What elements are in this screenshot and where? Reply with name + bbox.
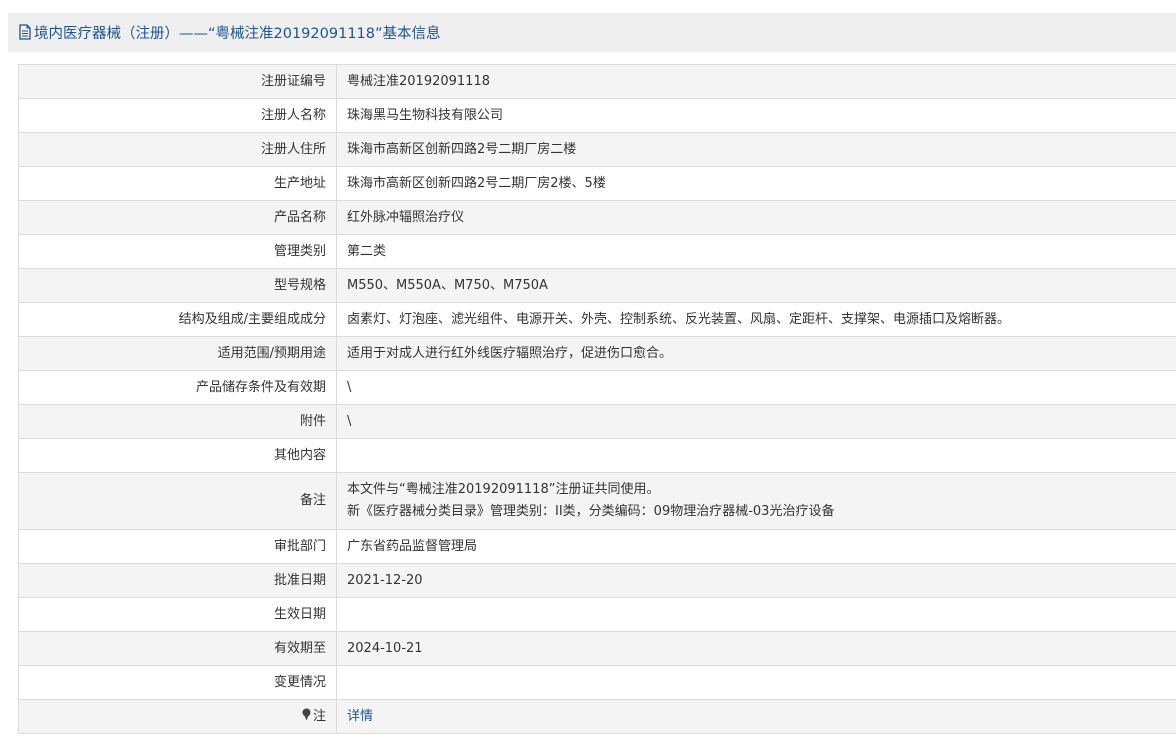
info-table: 注册证编号 粤械注准20192091118 注册人名称 珠海黑马生物科技有限公司… <box>18 64 1176 734</box>
table-row-management-category: 管理类别 第二类 <box>18 234 1176 269</box>
label-attachment: 附件 <box>18 404 337 439</box>
remarks-line-1: 本文件与“粤械注准20192091118”注册证共同使用。 <box>347 482 660 497</box>
value-model-spec: M550、M550A、M750、M750A <box>336 268 1176 303</box>
value-management-category: 第二类 <box>336 234 1176 269</box>
label-remarks: 备注 <box>18 472 337 530</box>
table-row-approval-date: 批准日期 2021-12-20 <box>18 563 1176 598</box>
label-product-name: 产品名称 <box>18 200 337 235</box>
table-row-registrant-address: 注册人住所 珠海市高新区创新四路2号二期厂房二楼 <box>18 132 1176 167</box>
table-row-structure-composition: 结构及组成/主要组成成分 卤素灯、灯泡座、滤光组件、电源开关、外壳、控制系统、反… <box>18 302 1176 337</box>
table-row-product-name: 产品名称 红外脉冲辐照治疗仪 <box>18 200 1176 235</box>
table-row-attachment: 附件 \ <box>18 404 1176 439</box>
value-approval-department: 广东省药品监督管理局 <box>336 529 1176 564</box>
table-row-other-content: 其他内容 <box>18 438 1176 473</box>
table-row-note: 注 详情 <box>18 699 1176 734</box>
table-row-intended-use: 适用范围/预期用途 适用于对成人进行红外线医疗辐照治疗，促进伤口愈合。 <box>18 336 1176 371</box>
label-model-spec: 型号规格 <box>18 268 337 303</box>
page-title: 境内医疗器械（注册）——“粤械注准20192091118”基本信息 <box>34 26 441 42</box>
label-storage-validity: 产品储存条件及有效期 <box>18 370 337 405</box>
value-production-address: 珠海市高新区创新四路2号二期厂房2楼、5楼 <box>336 166 1176 201</box>
value-registrant-name: 珠海黑马生物科技有限公司 <box>336 98 1176 133</box>
table-row-remarks: 备注 本文件与“粤械注准20192091118”注册证共同使用。 新《医疗器械分… <box>18 472 1176 530</box>
label-effective-date: 生效日期 <box>18 597 337 632</box>
label-valid-until: 有效期至 <box>18 631 337 666</box>
value-product-name: 红外脉冲辐照治疗仪 <box>336 200 1176 235</box>
remarks-line-2: 新《医疗器械分类目录》管理类别：II类，分类编码：09物理治疗器械-03光治疗设… <box>347 504 835 519</box>
value-storage-validity: \ <box>336 370 1176 405</box>
value-registration-number: 粤械注准20192091118 <box>336 64 1176 99</box>
label-registration-number: 注册证编号 <box>18 64 337 99</box>
value-remarks: 本文件与“粤械注准20192091118”注册证共同使用。 新《医疗器械分类目录… <box>336 472 1176 530</box>
label-approval-department: 审批部门 <box>18 529 337 564</box>
pin-icon <box>302 708 311 720</box>
label-approval-date: 批准日期 <box>18 563 337 598</box>
table-row-approval-department: 审批部门 广东省药品监督管理局 <box>18 529 1176 564</box>
value-intended-use: 适用于对成人进行红外线医疗辐照治疗，促进伤口愈合。 <box>336 336 1176 371</box>
label-other-content: 其他内容 <box>18 438 337 473</box>
table-row-storage-validity: 产品储存条件及有效期 \ <box>18 370 1176 405</box>
value-valid-until: 2024-10-21 <box>336 631 1176 666</box>
value-approval-date: 2021-12-20 <box>336 563 1176 598</box>
value-change-status <box>336 665 1176 700</box>
table-row-registrant-name: 注册人名称 珠海黑马生物科技有限公司 <box>18 98 1176 133</box>
value-registrant-address: 珠海市高新区创新四路2号二期厂房二楼 <box>336 132 1176 167</box>
details-link[interactable]: 详情 <box>347 709 373 724</box>
value-other-content <box>336 438 1176 473</box>
value-attachment: \ <box>336 404 1176 439</box>
page-title-bar: 境内医疗器械（注册）——“粤械注准20192091118”基本信息 <box>8 13 1176 52</box>
label-change-status: 变更情况 <box>18 665 337 700</box>
note-label-text: 注 <box>312 708 326 724</box>
label-registrant-address: 注册人住所 <box>18 132 337 167</box>
label-registrant-name: 注册人名称 <box>18 98 337 133</box>
value-structure-composition: 卤素灯、灯泡座、滤光组件、电源开关、外壳、控制系统、反光装置、风扇、定距杆、支撑… <box>336 302 1176 337</box>
value-note: 详情 <box>336 699 1176 734</box>
label-management-category: 管理类别 <box>18 234 337 269</box>
label-intended-use: 适用范围/预期用途 <box>18 336 337 371</box>
table-row-production-address: 生产地址 珠海市高新区创新四路2号二期厂房2楼、5楼 <box>18 166 1176 201</box>
label-production-address: 生产地址 <box>18 166 337 201</box>
table-row-effective-date: 生效日期 <box>18 597 1176 632</box>
document-icon <box>19 24 31 40</box>
table-row-valid-until: 有效期至 2024-10-21 <box>18 631 1176 666</box>
table-row-change-status: 变更情况 <box>18 665 1176 700</box>
label-structure-composition: 结构及组成/主要组成成分 <box>18 302 337 337</box>
table-row-registration-number: 注册证编号 粤械注准20192091118 <box>18 64 1176 99</box>
table-row-model-spec: 型号规格 M550、M550A、M750、M750A <box>18 268 1176 303</box>
value-effective-date <box>336 597 1176 632</box>
label-note: 注 <box>18 699 337 734</box>
